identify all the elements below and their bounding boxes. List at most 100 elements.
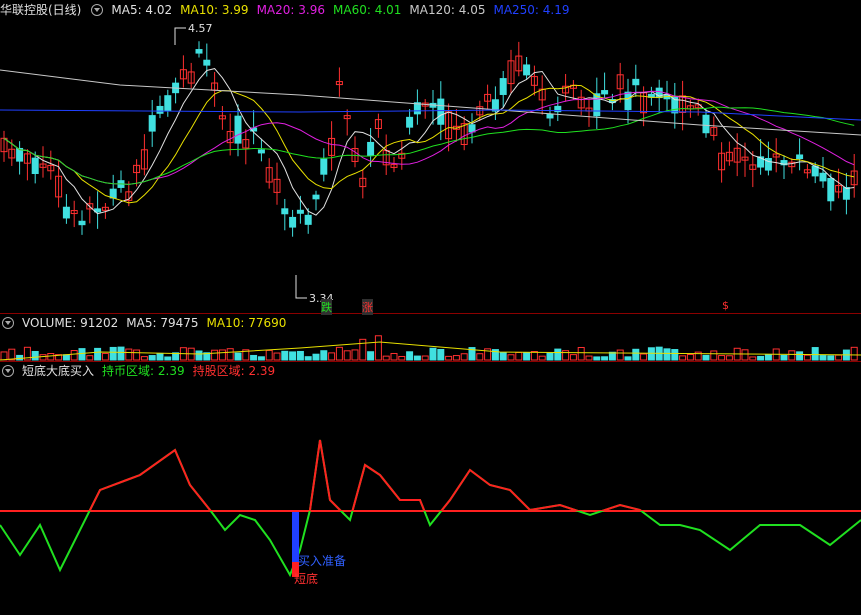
dropdown-circle-icon[interactable] bbox=[2, 317, 14, 329]
volume-bar bbox=[624, 356, 632, 361]
volume-bar bbox=[710, 350, 718, 361]
dropdown-circle-icon[interactable] bbox=[91, 4, 104, 16]
volume-bar bbox=[101, 352, 109, 361]
volume-bar bbox=[679, 355, 687, 361]
volume-bar bbox=[273, 352, 281, 361]
volume-bar bbox=[156, 352, 164, 361]
volume-bar bbox=[593, 356, 601, 361]
volume-bar bbox=[226, 348, 234, 361]
high-pointer bbox=[174, 27, 186, 45]
volume-bar bbox=[796, 351, 804, 361]
price-chart[interactable] bbox=[0, 0, 861, 615]
volume-bar bbox=[835, 354, 843, 361]
volume-bar bbox=[499, 352, 507, 361]
legend-item: MA20: 3.96 bbox=[256, 3, 325, 17]
volume-bar bbox=[741, 349, 749, 361]
volume-bar bbox=[164, 356, 172, 361]
legend-item: MA10: 3.99 bbox=[180, 3, 249, 17]
volume-bar bbox=[725, 355, 733, 361]
legend-item: 持币区域: 2.39 bbox=[102, 364, 185, 378]
volume-bar bbox=[452, 355, 460, 361]
volume-bar bbox=[601, 356, 609, 361]
panel-divider-2 bbox=[0, 361, 861, 362]
candle-body bbox=[257, 149, 265, 154]
volume-bar bbox=[374, 335, 382, 361]
buy-ready-label: 买入准备 bbox=[298, 554, 347, 568]
dropdown-circle-icon[interactable] bbox=[2, 365, 14, 377]
volume-bar bbox=[133, 349, 141, 361]
volume-bar bbox=[62, 354, 70, 361]
volume-bar bbox=[515, 351, 523, 361]
volume-bar bbox=[671, 349, 679, 361]
volume-bar bbox=[445, 355, 453, 361]
volume-bar bbox=[320, 350, 328, 361]
ma60-line bbox=[3, 106, 855, 185]
volume-bar bbox=[476, 353, 484, 361]
volume-bar bbox=[757, 355, 765, 361]
volume-bar bbox=[140, 356, 148, 361]
candle-body bbox=[601, 90, 609, 95]
ma250-line bbox=[0, 109, 861, 121]
volume-bar bbox=[211, 349, 219, 361]
candle-body bbox=[819, 172, 827, 182]
volume-bar bbox=[257, 356, 265, 361]
indicator-legend: 持币区域: 2.39 持股区域: 2.39 bbox=[102, 363, 275, 379]
volume-bar bbox=[78, 348, 86, 361]
volume-bar bbox=[663, 348, 671, 361]
low-pointer bbox=[295, 275, 307, 299]
candle-body bbox=[281, 208, 289, 215]
volume-bar bbox=[686, 353, 694, 361]
legend-item: MA5: 79475 bbox=[126, 316, 199, 330]
candle-body bbox=[148, 115, 156, 132]
candle-body bbox=[156, 105, 164, 114]
volume-bar bbox=[351, 349, 359, 361]
volume-bar bbox=[421, 355, 429, 361]
high-price-label: 4.57 bbox=[188, 22, 213, 35]
legend-item: VOLUME: 91202 bbox=[22, 316, 119, 330]
volume-bar bbox=[429, 347, 437, 361]
volume-bar bbox=[47, 352, 55, 361]
volume-bar bbox=[523, 351, 531, 361]
volume-legend: VOLUME: 91202 MA5: 79475 MA10: 77690 bbox=[22, 315, 286, 331]
candle-body bbox=[632, 78, 640, 86]
candle-body bbox=[203, 59, 211, 66]
volume-bar bbox=[850, 346, 858, 361]
legend-item: MA5: 4.02 bbox=[111, 3, 173, 17]
price-header: 华联控股(日线) MA5: 4.02 MA10: 3.99 MA20: 3.96 MA… bbox=[0, 2, 570, 18]
volume-bar bbox=[289, 351, 297, 361]
candle-body bbox=[31, 157, 39, 175]
volume-bar bbox=[507, 354, 515, 361]
volume-bar bbox=[437, 348, 445, 361]
volume-bar bbox=[296, 350, 304, 361]
candle-body bbox=[796, 154, 804, 160]
candle-body bbox=[624, 91, 632, 111]
candle-body bbox=[234, 115, 242, 144]
candle-body bbox=[164, 95, 172, 112]
candle-body bbox=[312, 194, 320, 200]
legend-item: MA120: 4.05 bbox=[409, 3, 486, 17]
volume-bar bbox=[702, 354, 710, 361]
ma-legend: MA5: 4.02 MA10: 3.99 MA20: 3.96 MA60: 4.01 M… bbox=[111, 2, 569, 18]
volume-header: VOLUME: 91202 MA5: 79475 MA10: 77690 bbox=[0, 315, 286, 331]
volume-bar bbox=[788, 350, 796, 361]
candle-body bbox=[320, 158, 328, 175]
volume-bar bbox=[39, 354, 47, 361]
volume-bar bbox=[554, 348, 562, 361]
candle-body bbox=[842, 187, 850, 200]
volume-bar bbox=[382, 355, 390, 361]
legend-item: MA250: 4.19 bbox=[493, 3, 570, 17]
volume-bar bbox=[70, 350, 78, 361]
legend-item: MA10: 77690 bbox=[206, 316, 287, 330]
signal-dollar-marker: $ bbox=[722, 299, 729, 312]
volume-bar bbox=[265, 349, 273, 361]
volume-bar bbox=[616, 349, 624, 361]
volume-bar bbox=[718, 355, 726, 361]
indicator-curve-cash bbox=[0, 439, 861, 578]
chart-window[interactable]: 华联控股(日线) MA5: 4.02 MA10: 3.99 MA20: 3.96 MA… bbox=[0, 0, 861, 615]
candle-body bbox=[304, 214, 312, 225]
volume-bar bbox=[811, 347, 819, 361]
candle-body bbox=[406, 116, 414, 128]
volume-bar bbox=[819, 355, 827, 361]
indicator-curve-hold bbox=[88, 439, 643, 511]
candle-body bbox=[546, 113, 554, 119]
